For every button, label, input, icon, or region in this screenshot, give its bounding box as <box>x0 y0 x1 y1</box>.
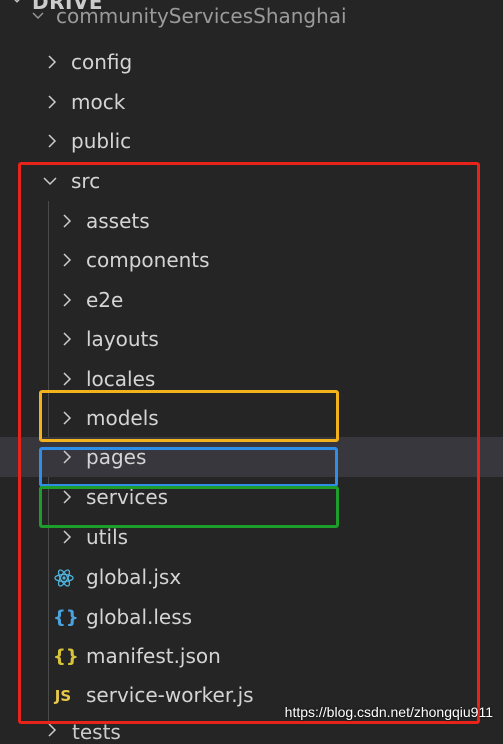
folder-label: services <box>86 485 169 509</box>
root-folder-label: communityServicesShanghai <box>56 4 347 28</box>
folder-src[interactable]: src <box>0 161 503 201</box>
folder-layouts[interactable]: layouts <box>0 319 503 359</box>
braces-icon: {} <box>53 607 79 628</box>
folder-label: components <box>86 248 210 272</box>
folder-label: e2e <box>86 288 124 312</box>
file-label: global.jsx <box>86 565 182 589</box>
folder-label: models <box>86 406 159 430</box>
folder-public[interactable]: public <box>0 121 503 161</box>
chevron-right-icon <box>44 54 60 70</box>
file-global-less[interactable]: {} global.less <box>0 597 503 637</box>
folder-pages[interactable]: pages <box>0 437 503 477</box>
folder-services[interactable]: services <box>0 477 503 517</box>
folder-tests[interactable]: tests <box>0 720 503 744</box>
chevron-right-icon <box>59 292 75 308</box>
file-label: service-worker.js <box>86 683 254 707</box>
folder-label: mock <box>71 90 126 114</box>
folder-mock[interactable]: mock <box>0 82 503 122</box>
folder-label: assets <box>86 209 150 233</box>
chevron-right-icon <box>44 722 60 742</box>
chevron-down-icon <box>42 173 58 189</box>
folder-label: utils <box>86 525 129 549</box>
folder-label: layouts <box>86 327 159 351</box>
file-manifest-json[interactable]: {} manifest.json <box>0 636 503 676</box>
folder-models[interactable]: models <box>0 398 503 438</box>
folder-label: tests <box>72 720 121 744</box>
chevron-right-icon <box>44 94 60 110</box>
folder-label: pages <box>86 445 147 469</box>
root-folder[interactable]: communityServicesShanghai <box>0 4 503 32</box>
chevron-down-icon <box>30 8 46 28</box>
chevron-right-icon <box>59 331 75 347</box>
chevron-right-icon <box>59 529 75 545</box>
chevron-right-icon <box>44 133 60 149</box>
folder-e2e[interactable]: e2e <box>0 280 503 320</box>
watermark: https://blog.csdn.net/zhongqiu911 <box>284 704 493 720</box>
folder-label: locales <box>86 367 156 391</box>
js-icon: JS <box>54 687 72 705</box>
chevron-right-icon <box>59 410 75 426</box>
folder-label: config <box>71 50 133 74</box>
chevron-right-icon <box>59 252 75 268</box>
folder-utils[interactable]: utils <box>0 517 503 557</box>
folder-config[interactable]: config <box>0 42 503 82</box>
folder-label: src <box>71 169 101 193</box>
folder-locales[interactable]: locales <box>0 359 503 399</box>
react-icon <box>53 567 75 589</box>
chevron-right-icon <box>59 371 75 387</box>
chevron-right-icon <box>59 213 75 229</box>
chevron-right-icon <box>59 449 75 465</box>
folder-components[interactable]: components <box>0 240 503 280</box>
file-global-jsx[interactable]: global.jsx <box>0 557 503 597</box>
file-label: manifest.json <box>86 644 221 668</box>
folder-label: public <box>71 129 132 153</box>
folder-assets[interactable]: assets <box>0 201 503 241</box>
chevron-right-icon <box>59 489 75 505</box>
json-braces-icon: {} <box>53 646 79 667</box>
file-label: global.less <box>86 605 193 629</box>
